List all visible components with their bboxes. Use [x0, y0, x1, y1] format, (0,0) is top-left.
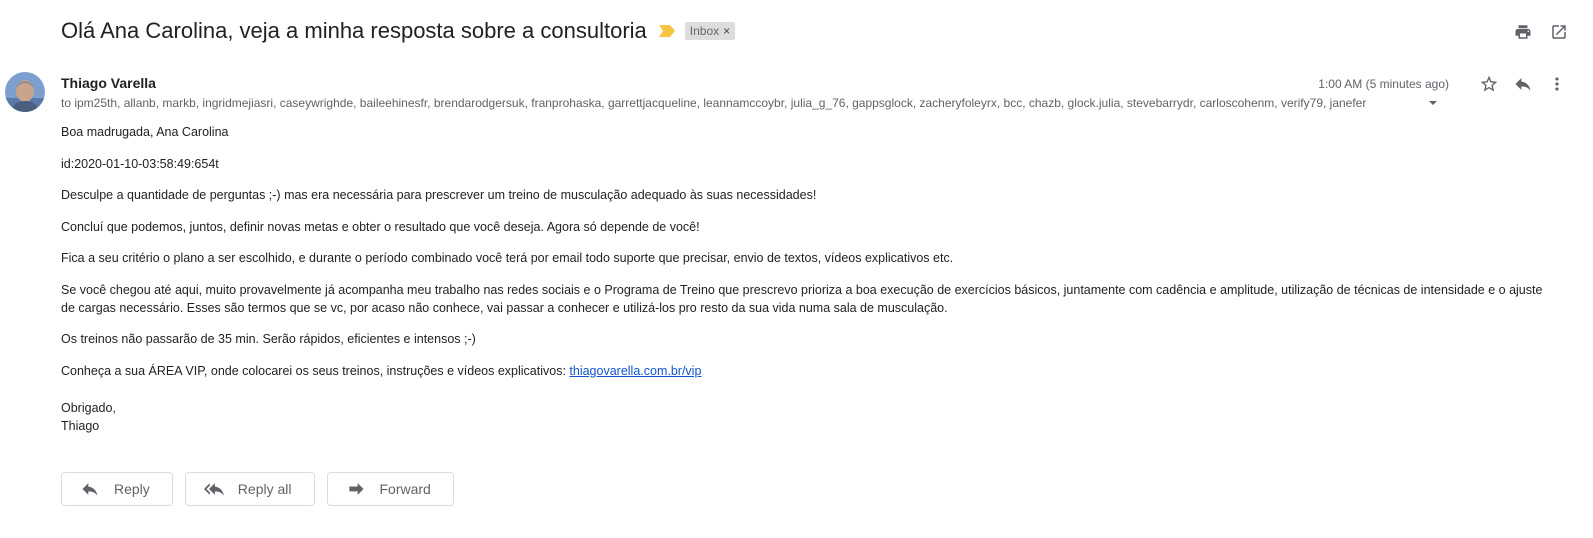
- sender-avatar[interactable]: [5, 72, 45, 112]
- vip-link[interactable]: thiagovarella.com.br/vip: [569, 364, 701, 378]
- message-timestamp: 1:00 AM (5 minutes ago): [1318, 77, 1449, 91]
- reply-button[interactable]: Reply: [61, 472, 173, 506]
- open-in-new-window-icon[interactable]: [1549, 22, 1569, 42]
- reply-all-button-label: Reply all: [237, 481, 292, 497]
- print-icon[interactable]: [1513, 22, 1533, 42]
- thread-actions: [1513, 22, 1569, 42]
- body-paragraph-3: Fica a seu critério o plano a ser escolh…: [61, 251, 954, 265]
- vip-area-text: Conheça a sua ÁREA VIP, onde colocarei o…: [61, 363, 570, 378]
- forward-button[interactable]: Forward: [326, 472, 454, 506]
- recipients-row: to ipm25th, allanb, markb, ingridmejiasr…: [61, 96, 1441, 110]
- important-marker-icon[interactable]: [658, 25, 675, 37]
- sender-name[interactable]: Thiago Varella: [61, 75, 156, 91]
- body-paragraph-5: Os treinos não passarão de 35 min. Serão…: [61, 332, 476, 346]
- reply-icon[interactable]: [1511, 74, 1535, 94]
- inbox-label-text: Inbox: [689, 24, 720, 38]
- forward-button-label: Forward: [379, 481, 431, 497]
- greeting-text: Boa madrugada, Ana Carolina: [61, 125, 229, 139]
- signoff-thanks: Obrigado,: [61, 400, 116, 415]
- message-body: Boa madrugada, Ana Carolina id:2020-01-1…: [61, 123, 1546, 435]
- reply-button-bar: Reply Reply all Forward: [61, 472, 454, 506]
- subject-row: Olá Ana Carolina, veja a minha resposta …: [61, 18, 736, 44]
- star-icon[interactable]: [1477, 74, 1501, 94]
- body-paragraph-1: Desculpe a quantidade de perguntas ;-) m…: [61, 188, 817, 202]
- signoff: Obrigado, Thiago: [61, 399, 1546, 435]
- body-paragraph-6: Conheça a sua ÁREA VIP, onde colocarei o…: [61, 362, 1546, 380]
- reply-all-button[interactable]: Reply all: [184, 472, 315, 506]
- more-options-icon[interactable]: [1545, 74, 1569, 94]
- recipients-list: to ipm25th, allanb, markb, ingridmejiasr…: [61, 96, 1367, 110]
- message-actions: 1:00 AM (5 minutes ago): [1318, 74, 1569, 94]
- reply-icon: [80, 479, 100, 499]
- reply-all-icon: [203, 479, 224, 499]
- email-subject: Olá Ana Carolina, veja a minha resposta …: [61, 18, 647, 43]
- inbox-label-chip: Inbox ×: [684, 22, 736, 40]
- signoff-name: Thiago: [61, 418, 100, 433]
- body-paragraph-4: Se você chegou até aqui, muito provavelm…: [61, 282, 1543, 315]
- forward-icon: [346, 479, 366, 499]
- id-line: id:2020-01-10-03:58:49:654t: [61, 156, 219, 171]
- show-details-chevron-icon[interactable]: [1429, 101, 1437, 105]
- remove-label-button[interactable]: ×: [723, 24, 730, 38]
- body-paragraph-2: Concluí que podemos, juntos, definir nov…: [61, 219, 700, 234]
- reply-button-label: Reply: [114, 481, 150, 497]
